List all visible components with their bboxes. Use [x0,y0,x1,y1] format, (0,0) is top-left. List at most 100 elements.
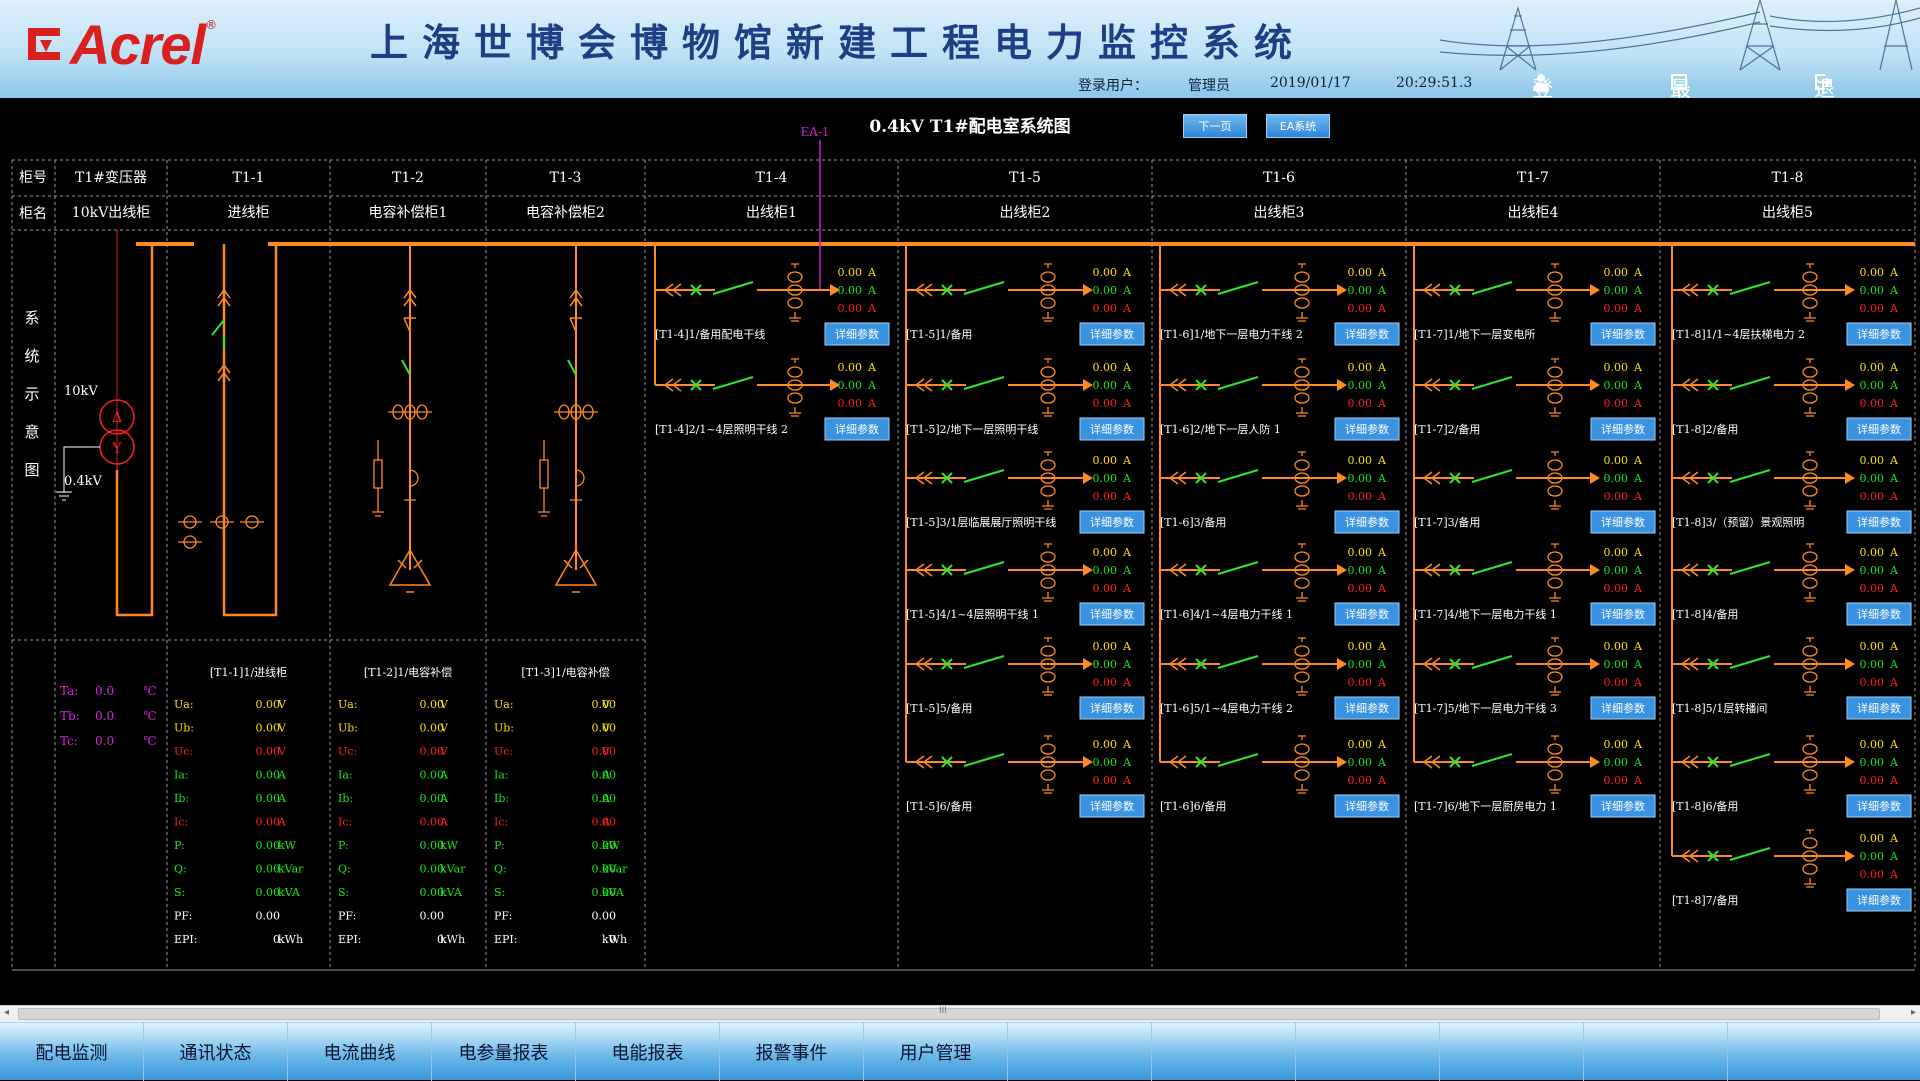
acrel-logo-mark [28,28,60,60]
meter-param-label: EPI: [494,933,517,946]
detail-button-label: 详细参数 [1857,893,1901,907]
detail-params-button[interactable]: 详细参数 [1334,322,1400,346]
detail-params-button[interactable]: 详细参数 [1079,510,1145,534]
header-status-bar: 登录用户： 管理员 2019/01/17 20:29:51.3 登录 最小化 退… [1070,70,1920,98]
phase-c-unit: A [1377,676,1387,689]
feeder-label: [T1-8]4/备用 [1672,607,1738,621]
exit-button[interactable]: 退出 [1814,70,1836,98]
ct-coil-icon [1040,366,1056,378]
meter-param-unit: A [601,792,611,805]
hv-voltage-label: 10kV [64,384,98,399]
detail-params-button[interactable]: 详细参数 [1334,510,1400,534]
detail-params-button[interactable]: 详细参数 [824,417,890,441]
detail-params-button[interactable]: 详细参数 [1846,510,1912,534]
detail-params-button[interactable]: 详细参数 [1590,794,1656,818]
meter-param-unit: A [439,792,449,805]
feeder-circuit: 0.00 A 0.00 A 0.00 A [T1-6]1/地下一层电力干线 2 详细参数 [1160,263,1400,346]
meter-param-value: 0.00 [592,910,617,923]
detail-params-button[interactable]: 详细参数 [1334,602,1400,626]
feeder-arrow-icon [1337,284,1347,296]
detail-params-button[interactable]: 详细参数 [1590,417,1656,441]
nav-empty-slot [1584,1023,1728,1081]
phase-c-unit: A [1889,868,1899,881]
phase-a-unit: A [1633,738,1643,751]
detail-params-button[interactable]: 详细参数 [1079,322,1145,346]
login-button[interactable]: 登录 [1532,70,1554,98]
phase-a-current: 0.00 [1348,361,1373,374]
feeder-label: [T1-7]3/备用 [1414,515,1480,529]
meter-param-label: P: [174,839,185,852]
meter-param-unit: V [601,698,611,711]
meter-param-unit: A [601,769,611,782]
phase-a-current: 0.00 [1860,361,1885,374]
incoming-loop [222,244,278,617]
horizontal-scrollbar[interactable]: III ◂ ▸ [0,1005,1920,1022]
nav-user-management[interactable]: 用户管理 [864,1023,1008,1081]
phase-b-current: 0.00 [1860,472,1885,485]
detail-params-button[interactable]: 详细参数 [1590,696,1656,720]
minimize-button[interactable]: 最小化 [1670,70,1692,98]
ct-coil-icon [1802,485,1818,497]
detail-params-button[interactable]: 详细参数 [1334,696,1400,720]
scroll-left-arrow[interactable]: ◂ [4,1007,9,1018]
detail-params-button[interactable]: 详细参数 [1846,322,1912,346]
meter-param-value: 0.00 [256,745,281,758]
cabinet-no: T1-1 [233,170,265,186]
nav-energy-report[interactable]: 电能报表 [576,1023,720,1081]
feeder-label: [T1-4]1/备用配电干线 [655,327,765,341]
meter-param-unit: A [277,769,287,782]
nav-param-report[interactable]: 电参量报表 [432,1023,576,1081]
phase-b-unit: A [867,284,877,297]
detail-params-button[interactable]: 详细参数 [1846,696,1912,720]
phase-a-unit: A [1889,738,1899,751]
detail-button-label: 详细参数 [1857,701,1901,715]
nav-current-curve[interactable]: 电流曲线 [288,1023,432,1081]
detail-params-button[interactable]: 详细参数 [1079,417,1145,441]
detail-params-button[interactable]: 详细参数 [1590,322,1656,346]
phase-b-current: 0.00 [1860,850,1885,863]
detail-params-button[interactable]: 详细参数 [1590,602,1656,626]
meter-param-unit: kVar [602,863,628,876]
scroll-right-arrow[interactable]: ▸ [1911,1007,1916,1018]
phase-c-current: 0.00 [1604,397,1629,410]
phase-b-unit: A [1122,564,1132,577]
detail-params-button[interactable]: 详细参数 [1079,794,1145,818]
one-line-diagram: 柜号柜名系统示意图 T1#变压器 10kV出线柜 T1-1 进线柜 T1-2 电容补偿柜1 T… [11,125,1916,971]
detail-params-button[interactable]: 详细参数 [824,322,890,346]
nav-comm-status[interactable]: 通讯状态 [144,1023,288,1081]
switch-closed-icon [1729,469,1771,483]
nav-power-monitoring[interactable]: 配电监测 [0,1023,144,1081]
side-label-char: 统 [24,347,39,365]
feeder-arrow-icon [1083,379,1093,391]
phase-c-unit: A [1889,397,1899,410]
nav-alarm-events[interactable]: 报警事件 [720,1023,864,1081]
detail-params-button[interactable]: 详细参数 [1846,794,1912,818]
detail-params-button[interactable]: 详细参数 [1079,696,1145,720]
ct-coil-icon [1802,577,1818,589]
detail-params-button[interactable]: 详细参数 [1334,417,1400,441]
detail-params-button[interactable]: 详细参数 [1334,794,1400,818]
feeder-label: [T1-8]2/备用 [1672,422,1738,436]
detail-params-button[interactable]: 详细参数 [1590,510,1656,534]
meter-param-label: Ub: [338,722,358,735]
meter-param-unit: kVA [602,886,625,899]
feeder-circuit: 0.00 A 0.00 A 0.00 A [T1-6]6/备用 详细参数 [1160,735,1400,818]
scrollbar-thumb[interactable]: III [18,1006,1880,1020]
switch-closed-icon [963,376,1005,390]
phase-b-current: 0.00 [1604,658,1629,671]
cabinet-name: 电容补偿柜1 [369,204,448,221]
switch-closed-icon [1471,561,1513,575]
detail-params-button[interactable]: 详细参数 [1079,602,1145,626]
detail-params-button[interactable]: 详细参数 [1846,602,1912,626]
meter-param-label: EPI: [338,933,361,946]
detail-params-button[interactable]: 详细参数 [1846,417,1912,441]
phase-a-current: 0.00 [1093,640,1118,653]
switch-closed-icon [1471,281,1513,295]
meter-title: [T1-1]1/进线柜 [210,665,287,679]
detail-params-button[interactable]: 详细参数 [1846,888,1912,912]
ct-coil-icon [1547,645,1563,657]
phase-b-current: 0.00 [838,379,863,392]
phase-c-unit: A [1122,582,1132,595]
phase-b-current: 0.00 [1093,564,1118,577]
phase-a-current: 0.00 [1860,640,1885,653]
